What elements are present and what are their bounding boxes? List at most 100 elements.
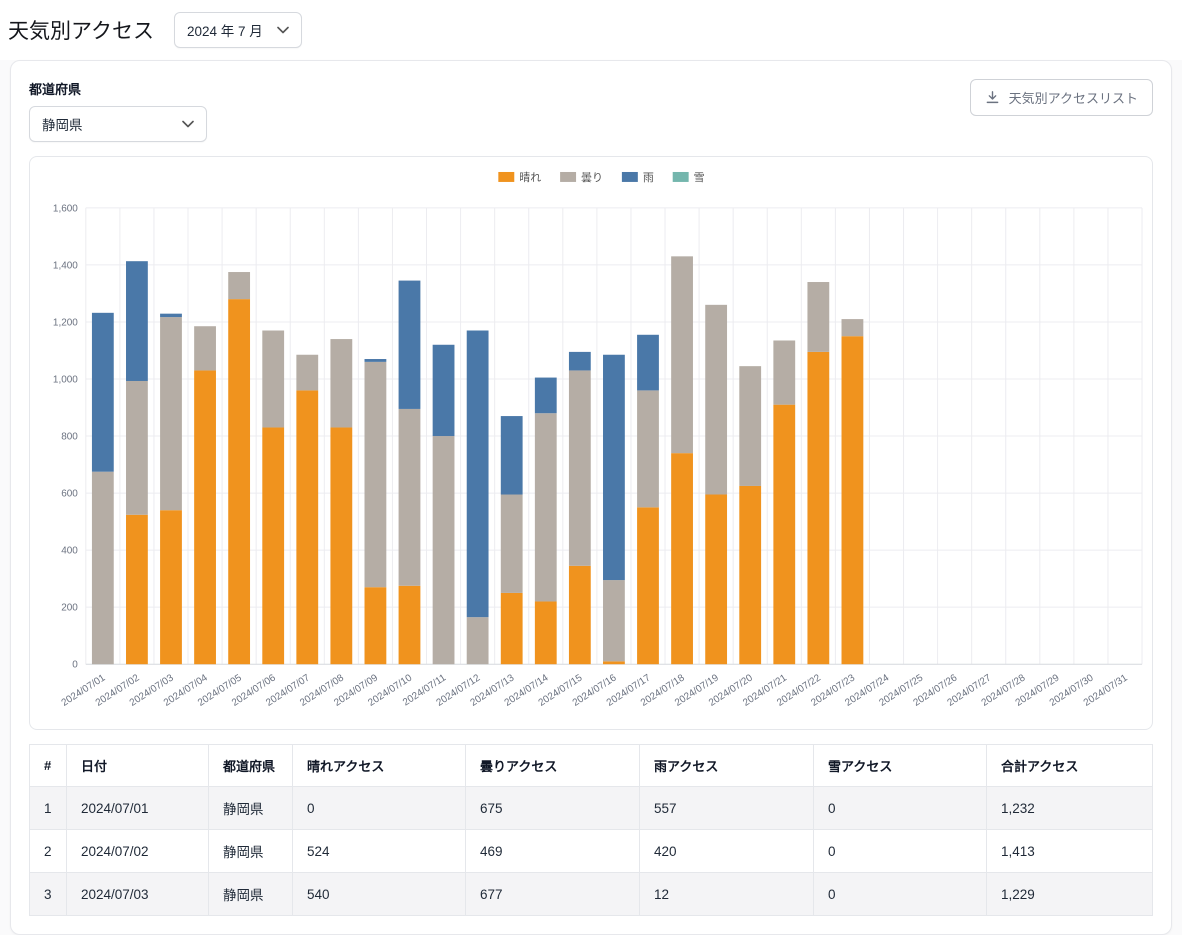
bar-segment[interactable] xyxy=(637,390,659,507)
table-cell: 0 xyxy=(814,873,987,916)
legend-label: 曇り xyxy=(581,171,603,184)
bar-segment[interactable] xyxy=(535,378,557,414)
table-row: 12024/07/01静岡県067555701,232 xyxy=(30,787,1153,830)
bar-segment[interactable] xyxy=(399,586,421,664)
legend-label: 雪 xyxy=(694,171,705,184)
bar-segment[interactable] xyxy=(399,281,421,409)
bar-segment[interactable] xyxy=(569,566,591,664)
bar-segment[interactable] xyxy=(160,317,182,510)
bar-segment[interactable] xyxy=(330,339,352,427)
prefecture-select-value: 静岡県 xyxy=(42,114,83,134)
bar-segment[interactable] xyxy=(330,427,352,664)
table-header-cell: 合計アクセス xyxy=(987,745,1153,787)
download-icon xyxy=(985,90,1000,105)
bar-segment[interactable] xyxy=(194,370,216,664)
month-select[interactable]: 2024 年 7 月 xyxy=(174,12,302,48)
table-cell: 675 xyxy=(466,787,640,830)
table-container: #日付都道府県晴れアクセス曇りアクセス雨アクセス雪アクセス合計アクセス 1202… xyxy=(29,744,1153,916)
y-axis-label: 600 xyxy=(61,489,78,500)
bar-segment[interactable] xyxy=(399,409,421,586)
bar-segment[interactable] xyxy=(92,313,114,472)
table-header-cell: 都道府県 xyxy=(209,745,293,787)
bar-segment[interactable] xyxy=(773,405,795,665)
table-cell: 1,413 xyxy=(987,830,1153,873)
legend-swatch xyxy=(498,172,514,182)
y-axis-label: 400 xyxy=(61,546,78,557)
table-cell: 2024/07/02 xyxy=(67,830,209,873)
y-axis-label: 200 xyxy=(61,603,78,614)
bar-segment[interactable] xyxy=(739,366,761,486)
y-axis-label: 800 xyxy=(61,432,78,443)
bar-segment[interactable] xyxy=(501,593,523,664)
prefecture-select[interactable]: 静岡県 xyxy=(29,106,207,142)
bar-segment[interactable] xyxy=(569,352,591,371)
bar-segment[interactable] xyxy=(569,370,591,565)
legend-label: 晴れ xyxy=(519,171,541,184)
bar-segment[interactable] xyxy=(535,413,557,601)
bar-segment[interactable] xyxy=(433,436,455,664)
bar-segment[interactable] xyxy=(365,587,387,664)
bar-segment[interactable] xyxy=(228,299,250,664)
bar-segment[interactable] xyxy=(262,427,284,664)
bar-segment[interactable] xyxy=(296,355,318,391)
bar-segment[interactable] xyxy=(194,326,216,370)
table-header-cell: # xyxy=(30,745,67,787)
table-row: 32024/07/03静岡県5406771201,229 xyxy=(30,873,1153,916)
table-cell: 0 xyxy=(814,830,987,873)
bar-segment[interactable] xyxy=(365,362,387,587)
table-cell: 0 xyxy=(814,787,987,830)
bar-segment[interactable] xyxy=(807,282,829,352)
table-cell: 677 xyxy=(466,873,640,916)
bar-segment[interactable] xyxy=(160,314,182,317)
bar-segment[interactable] xyxy=(705,305,727,495)
bar-segment[interactable] xyxy=(842,336,864,664)
bar-segment[interactable] xyxy=(671,256,693,453)
table-header-cell: 雪アクセス xyxy=(814,745,987,787)
table-cell: 静岡県 xyxy=(209,830,293,873)
page-header: 天気別アクセス 2024 年 7 月 xyxy=(0,0,1182,60)
bar-segment[interactable] xyxy=(501,495,523,593)
bar-segment[interactable] xyxy=(467,331,489,618)
table-cell: 2024/07/01 xyxy=(67,787,209,830)
bar-segment[interactable] xyxy=(603,355,625,580)
bar-segment[interactable] xyxy=(92,472,114,665)
bar-segment[interactable] xyxy=(807,352,829,664)
bar-segment[interactable] xyxy=(160,510,182,664)
bar-segment[interactable] xyxy=(637,335,659,391)
bar-segment[interactable] xyxy=(501,416,523,494)
bar-segment[interactable] xyxy=(603,580,625,661)
table-cell: 12 xyxy=(640,873,814,916)
prefecture-control: 都道府県 静岡県 xyxy=(29,79,207,142)
bar-segment[interactable] xyxy=(228,272,250,299)
bar-segment[interactable] xyxy=(467,617,489,664)
table-cell: 2 xyxy=(30,830,67,873)
bar-segment[interactable] xyxy=(126,515,148,664)
bar-segment[interactable] xyxy=(739,486,761,664)
bar-segment[interactable] xyxy=(535,601,557,664)
bar-segment[interactable] xyxy=(296,390,318,664)
table-header-cell: 雨アクセス xyxy=(640,745,814,787)
bar-segment[interactable] xyxy=(365,359,387,362)
y-axis-label: 1,600 xyxy=(53,203,78,214)
bar-segment[interactable] xyxy=(671,453,693,664)
panel-controls: 都道府県 静岡県 天気別アクセスリスト xyxy=(29,79,1153,142)
bar-segment[interactable] xyxy=(262,331,284,428)
weather-access-panel: 都道府県 静岡県 天気別アクセスリスト 02004006008001,0001,… xyxy=(10,60,1172,935)
legend-swatch xyxy=(622,172,638,182)
bar-segment[interactable] xyxy=(705,495,727,665)
y-axis-label: 0 xyxy=(72,660,78,671)
y-axis-label: 1,400 xyxy=(53,260,78,271)
table-cell: 420 xyxy=(640,830,814,873)
table-cell: 1 xyxy=(30,787,67,830)
bar-segment[interactable] xyxy=(773,340,795,404)
bar-segment[interactable] xyxy=(433,345,455,436)
bar-segment[interactable] xyxy=(637,507,659,664)
table-cell: 557 xyxy=(640,787,814,830)
bar-segment[interactable] xyxy=(603,661,625,664)
bar-segment[interactable] xyxy=(842,319,864,336)
bar-segment[interactable] xyxy=(126,261,148,381)
y-axis-label: 1,000 xyxy=(53,374,78,385)
bar-segment[interactable] xyxy=(126,381,148,515)
table-body: 12024/07/01静岡県067555701,23222024/07/02静岡… xyxy=(30,787,1153,916)
download-weather-access-list-button[interactable]: 天気別アクセスリスト xyxy=(970,79,1153,116)
